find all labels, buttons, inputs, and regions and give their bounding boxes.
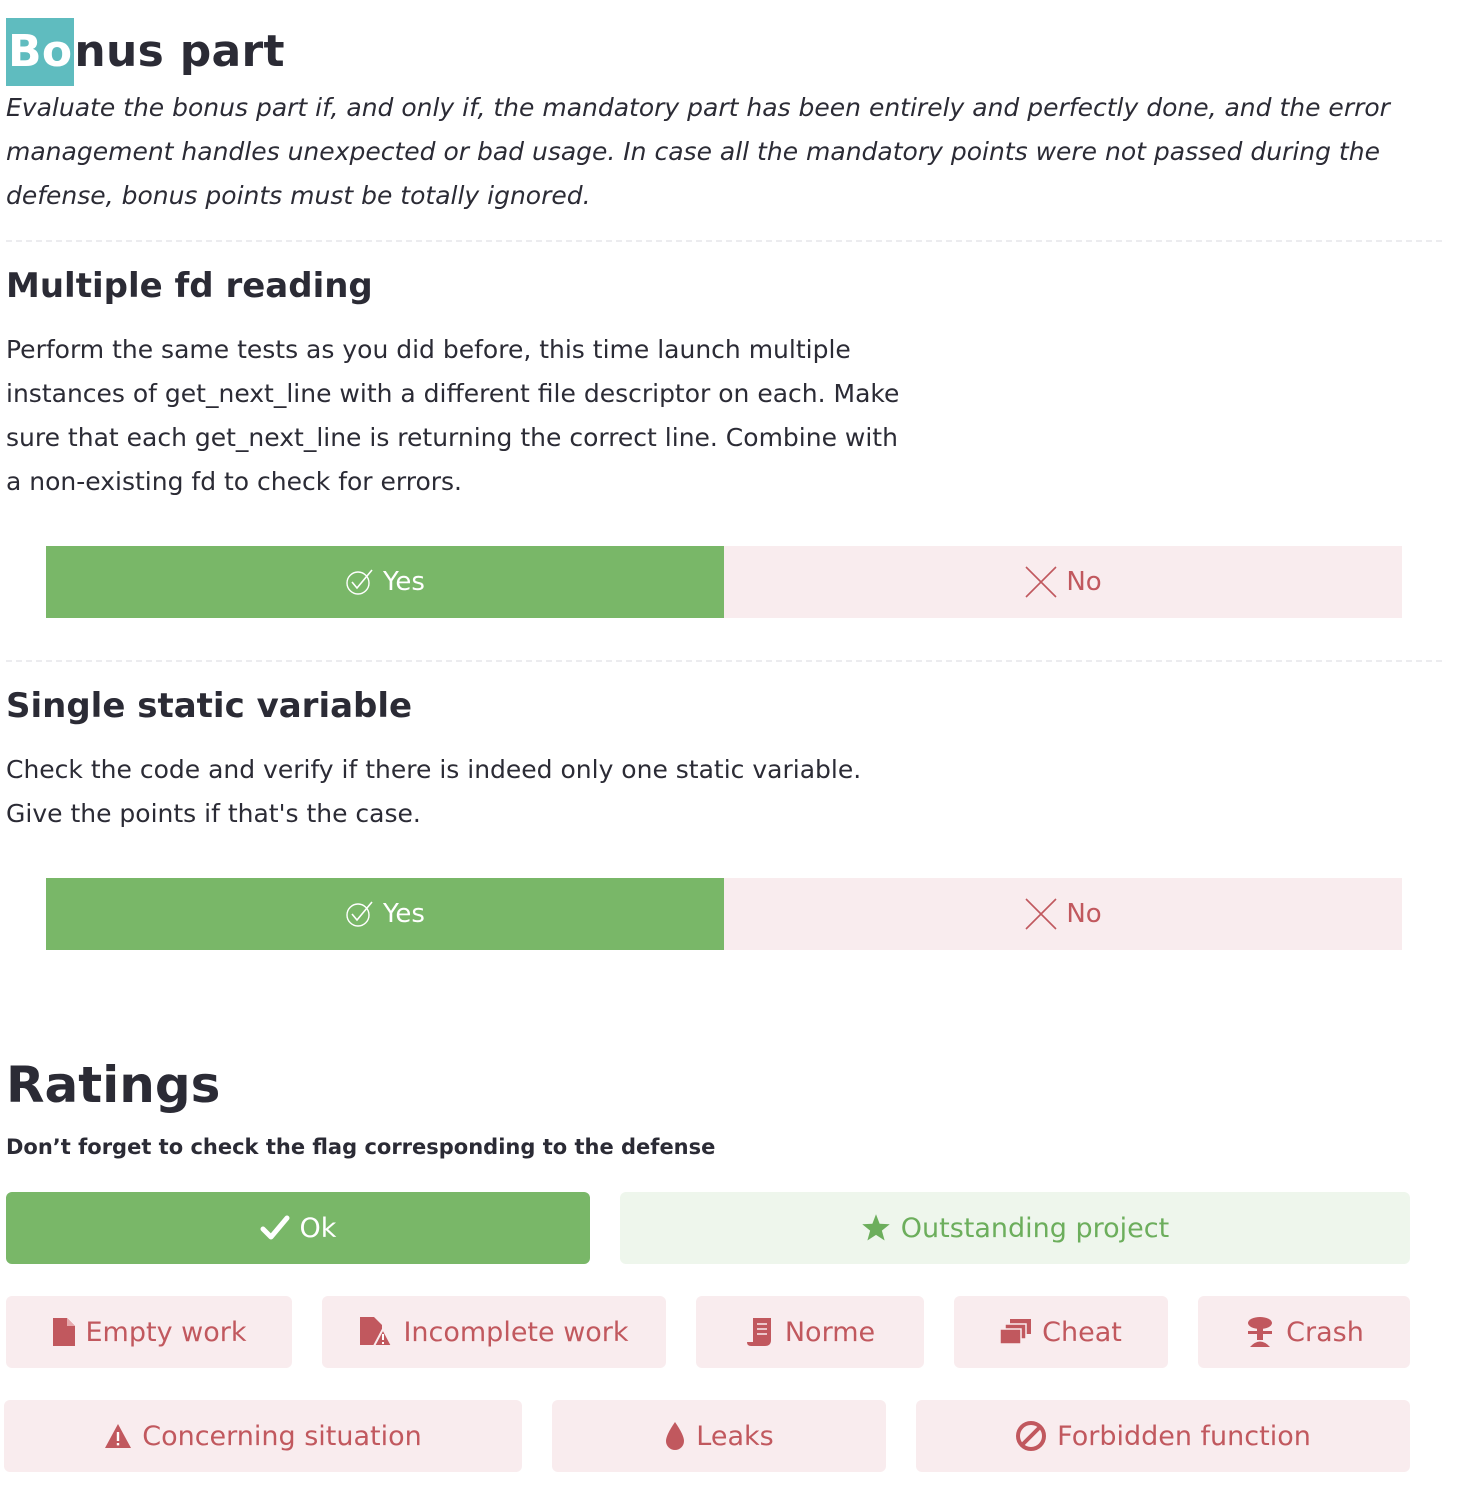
close-icon (1025, 566, 1057, 598)
flag-norme-button[interactable]: Norme (696, 1296, 924, 1368)
ratings-title: Ratings (6, 1056, 221, 1114)
flag-empty-work-button[interactable]: Empty work (6, 1296, 292, 1368)
file-icon (52, 1317, 76, 1347)
flag-label: Incomplete work (403, 1316, 629, 1348)
flag-forbidden-function-button[interactable]: Forbidden function (916, 1400, 1410, 1472)
flag-crash-button[interactable]: Crash (1198, 1296, 1410, 1368)
flag-cheat-button[interactable]: Cheat (954, 1296, 1168, 1368)
flag-label: Norme (784, 1316, 876, 1348)
check-circle-icon (346, 901, 373, 927)
flag-label: Empty work (85, 1316, 247, 1348)
bonus-title-highlight: Bo (6, 18, 75, 86)
check-circle-icon (346, 569, 373, 595)
bonus-title: Bonus part (6, 18, 285, 86)
section-title-single-static: Single static variable (6, 686, 413, 726)
no-button[interactable]: No (724, 878, 1402, 950)
no-label: No (1066, 899, 1102, 929)
ban-icon (1015, 1420, 1047, 1452)
explosion-icon (1244, 1316, 1276, 1348)
flag-concerning-situation-button[interactable]: Concerning situation (4, 1400, 522, 1472)
section-description-single-static: Check the code and verify if there is in… (6, 755, 862, 828)
yes-label: Yes (383, 899, 425, 929)
close-icon (1025, 898, 1057, 930)
scroll-icon (745, 1316, 775, 1348)
flag-label: Ok (299, 1212, 337, 1244)
section-description-multiple-fd: Perform the same tests as you did before… (6, 335, 900, 496)
warning-icon (104, 1423, 132, 1449)
section-title-multiple-fd: Multiple fd reading (6, 266, 373, 306)
flag-label: Leaks (696, 1420, 774, 1452)
flag-label: Forbidden function (1057, 1420, 1311, 1452)
file-warning-icon (359, 1316, 394, 1348)
no-label: No (1066, 567, 1102, 597)
check-icon (260, 1213, 290, 1243)
yes-button[interactable]: Yes (46, 546, 724, 618)
flag-label: Crash (1286, 1316, 1364, 1348)
flag-leaks-button[interactable]: Leaks (552, 1400, 886, 1472)
divider (6, 660, 1442, 662)
flag-incomplete-work-button[interactable]: Incomplete work (322, 1296, 666, 1368)
yes-no-toggle-multiple-fd: Yes No (46, 546, 1402, 618)
divider (6, 240, 1442, 242)
bonus-description: Evaluate the bonus part if, and only if,… (6, 93, 1390, 210)
yes-button[interactable]: Yes (46, 878, 724, 950)
flag-label: Outstanding project (900, 1212, 1170, 1244)
flag-outstanding-button[interactable]: Outstanding project (620, 1192, 1410, 1264)
flag-ok-button[interactable]: Ok (6, 1192, 590, 1264)
ratings-subtitle: Don’t forget to check the flag correspon… (6, 1135, 716, 1159)
copy-icon (1000, 1318, 1032, 1346)
drop-icon (664, 1421, 686, 1451)
yes-no-toggle-single-static: Yes No (46, 878, 1402, 950)
no-button[interactable]: No (724, 546, 1402, 618)
flag-label: Concerning situation (142, 1420, 422, 1452)
star-icon (861, 1213, 891, 1243)
bonus-title-rest: nus part (74, 26, 285, 77)
yes-label: Yes (383, 567, 425, 597)
flag-label: Cheat (1042, 1316, 1122, 1348)
